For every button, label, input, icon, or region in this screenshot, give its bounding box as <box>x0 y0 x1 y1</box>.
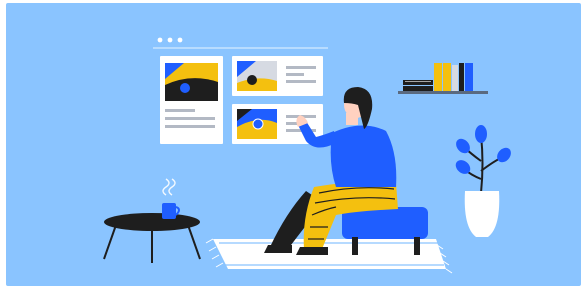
illustration-scene <box>6 3 581 286</box>
image-frame <box>0 0 587 289</box>
photo-card-landscape <box>160 56 223 144</box>
photo-card-image-small <box>232 56 323 96</box>
window-dots-icon <box>157 37 183 43</box>
illustration-svg <box>6 3 581 286</box>
